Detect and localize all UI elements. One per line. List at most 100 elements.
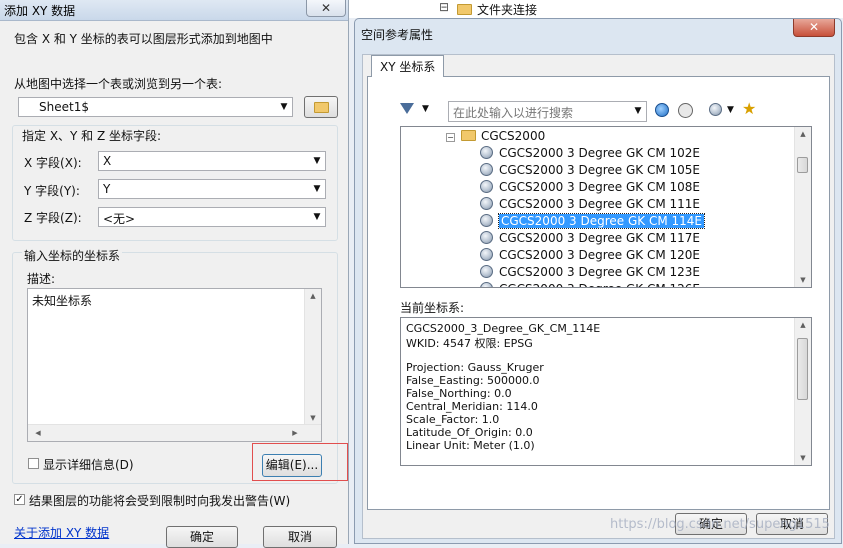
globe-icon <box>480 214 493 227</box>
coordinate-detail-line: CGCS2000_3_Degree_GK_CM_114E <box>406 322 601 335</box>
add-favorite-icon[interactable]: ★ <box>742 99 756 118</box>
globe-menu-button[interactable] <box>709 103 724 118</box>
tree-item[interactable]: CGCS2000 3 Degree GK CM 108E <box>480 179 700 196</box>
filter-button[interactable]: ▼ <box>398 101 436 123</box>
fields-group-label: 指定 X、Y 和 Z 坐标字段: <box>22 129 162 143</box>
tree-item[interactable]: CGCS2000 3 Degree GK CM 102E <box>480 145 700 162</box>
chevron-down-icon: ▼ <box>422 104 429 114</box>
dialog-client: ▼ 在此处输入以进行搜索 ▼ ▼ ★ − CGCS2000 CGCS2000 3 … <box>362 54 835 539</box>
globe-icon <box>480 248 493 261</box>
tree-item-label: CGCS2000 3 Degree GK CM 120E <box>499 248 700 262</box>
current-coordinate-scrollbar[interactable]: ▲ ▼ <box>794 318 811 465</box>
tree-item[interactable]: CGCS2000 3 Degree GK CM 123E <box>480 264 700 281</box>
warning-checkbox[interactable]: ✓ <box>14 494 25 505</box>
ok-button[interactable]: 确定 <box>166 526 238 548</box>
folder-open-icon <box>461 130 476 141</box>
coordinate-detail-line: WKID: 4547 权限: EPSG <box>406 337 533 350</box>
tree-item-label: CGCS2000 3 Degree GK CM 126E <box>499 282 700 287</box>
scroll-up-icon[interactable]: ▲ <box>795 318 811 332</box>
tree-item-label: CGCS2000 3 Degree GK CM 111E <box>499 197 700 211</box>
description-hscrollbar[interactable]: ◀ ▶ <box>28 424 321 441</box>
tree-item[interactable]: CGCS2000 3 Degree GK CM 114E <box>480 213 705 230</box>
scroll-down-icon[interactable]: ▼ <box>795 273 811 287</box>
current-coordinate-label: 当前坐标系: <box>400 301 465 315</box>
scroll-right-icon[interactable]: ▶ <box>287 426 303 440</box>
tree-item[interactable]: CGCS2000 3 Degree GK CM 117E <box>480 230 700 247</box>
about-link[interactable]: 关于添加 XY 数据 <box>14 524 109 541</box>
tree-item-label: CGCS2000 3 Degree GK CM 102E <box>499 146 700 160</box>
tree-item[interactable]: CGCS2000 3 Degree GK CM 126E <box>480 281 700 287</box>
watermark: https://blog.csdn.net/supeng1515 <box>610 517 830 532</box>
choose-table-label: 从地图中选择一个表或浏览到另一个表: <box>14 77 223 91</box>
chevron-down-icon: ▼ <box>313 156 321 166</box>
scroll-thumb[interactable] <box>797 157 808 173</box>
x-field-label: X 字段(X): <box>24 156 82 170</box>
background-tree-strip: ⊟ 文件夹连接 <box>349 0 843 18</box>
globe-icon <box>480 282 493 287</box>
search-input[interactable]: 在此处输入以进行搜索 ▼ <box>448 101 647 122</box>
tree-item[interactable]: CGCS2000 3 Degree GK CM 120E <box>480 247 700 264</box>
z-field-label: Z 字段(Z): <box>24 211 82 225</box>
filter-icon <box>400 103 414 114</box>
coordinate-detail-line: Latitude_Of_Origin: 0.0 <box>406 426 533 439</box>
tree-item[interactable]: CGCS2000 3 Degree GK CM 105E <box>480 162 700 179</box>
show-details-checkbox[interactable] <box>28 458 39 469</box>
browse-button[interactable] <box>304 96 338 118</box>
chevron-down-icon: ▼ <box>280 102 288 112</box>
coordinate-detail-line: Linear Unit: Meter (1.0) <box>406 439 535 452</box>
close-button[interactable]: ✕ <box>306 0 346 17</box>
coordinate-system-group-label: 输入坐标的坐标系 <box>22 247 123 264</box>
globe-icon <box>480 146 493 159</box>
chevron-down-icon: ▼ <box>727 105 734 115</box>
tree-item-label: CGCS2000 3 Degree GK CM 117E <box>499 231 700 245</box>
coordinate-detail-line: Scale_Factor: 1.0 <box>406 413 500 426</box>
y-field-value: Y <box>103 182 111 196</box>
close-button[interactable]: ✕ <box>793 19 835 37</box>
tree-item-label: CGCS2000 3 Degree GK CM 105E <box>499 163 700 177</box>
coordinate-system-tree[interactable]: − CGCS2000 CGCS2000 3 Degree GK CM 102E CG… <box>400 126 812 288</box>
folder-icon <box>457 4 472 15</box>
scroll-up-icon[interactable]: ▲ <box>795 127 811 141</box>
globe-icon <box>480 265 493 278</box>
y-field-select[interactable]: Y ▼ <box>98 179 326 199</box>
current-coordinate-box[interactable]: CGCS2000_3_Degree_GK_CM_114E WKID: 4547 权… <box>400 317 812 466</box>
description-scrollbar[interactable]: ▲ ▼ <box>304 289 321 425</box>
description-value: 未知坐标系 <box>32 294 93 308</box>
tree-item-label: CGCS2000 3 Degree GK CM 108E <box>499 180 700 194</box>
globe-icon <box>480 231 493 244</box>
collapse-icon[interactable]: − <box>446 133 455 142</box>
tree-node-parent[interactable]: − CGCS2000 <box>446 128 545 145</box>
search-icon[interactable] <box>655 103 669 117</box>
warning-label: 结果图层的功能将会受到限制时向我发出警告(W) <box>29 494 291 508</box>
scroll-down-icon[interactable]: ▼ <box>305 411 321 425</box>
tab-xy-coordinate-system[interactable]: XY 坐标系 <box>371 55 445 77</box>
tree-expander[interactable]: ⊟ <box>439 0 449 14</box>
coordinate-detail-line: False_Northing: 0.0 <box>406 387 512 400</box>
table-select[interactable]: Sheet1$ ▼ <box>18 97 293 117</box>
dialog-title: 添加 XY 数据 <box>4 4 76 18</box>
folder-connections-label: 文件夹连接 <box>477 3 538 17</box>
z-field-select[interactable]: <无> ▼ <box>98 207 326 227</box>
globe-icon <box>480 197 493 210</box>
scroll-left-icon[interactable]: ◀ <box>30 426 46 440</box>
tree-item-label: CGCS2000 3 Degree GK CM 114E <box>498 213 705 229</box>
tree-parent-label: CGCS2000 <box>481 129 546 143</box>
dialog-title: 空间参考属性 <box>361 28 434 42</box>
coordinate-detail-line: Central_Meridian: 114.0 <box>406 400 538 413</box>
scroll-down-icon[interactable]: ▼ <box>795 451 811 465</box>
tree-item[interactable]: CGCS2000 3 Degree GK CM 111E <box>480 196 700 213</box>
scroll-up-icon[interactable]: ▲ <box>305 289 321 303</box>
show-details-label: 显示详细信息(D) <box>43 458 134 472</box>
clear-search-icon[interactable] <box>678 103 693 118</box>
globe-icon <box>480 180 493 193</box>
chevron-down-icon: ▼ <box>313 184 321 194</box>
globe-icon <box>709 103 722 116</box>
scroll-thumb[interactable] <box>797 338 808 400</box>
tree-scrollbar[interactable]: ▲ ▼ <box>794 127 811 287</box>
title-bar: 添加 XY 数据 ✕ <box>0 0 348 21</box>
tree-item-label: CGCS2000 3 Degree GK CM 123E <box>499 265 700 279</box>
x-field-value: X <box>103 154 112 168</box>
cancel-button[interactable]: 取消 <box>263 526 337 548</box>
description-box[interactable]: 未知坐标系 ▲ ▼ ◀ ▶ <box>27 288 322 442</box>
x-field-select[interactable]: X ▼ <box>98 151 326 171</box>
